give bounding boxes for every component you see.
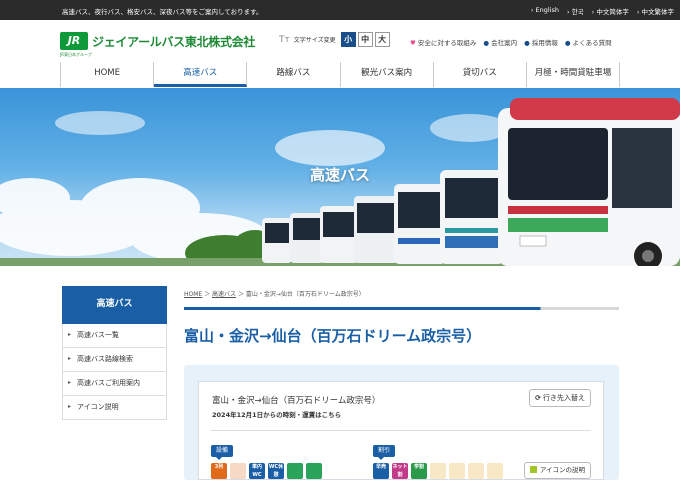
seat-4row-icon — [230, 463, 246, 479]
facilities-tag: 設備 — [211, 445, 234, 460]
page-title: 富山・金沢→仙台（百万石ドリーム政宗号） — [184, 327, 482, 345]
sidebar-item-highway-list[interactable]: 高速バス一覧 — [62, 324, 167, 348]
heart-icon: ♥ — [410, 39, 418, 47]
lang-traditional-chinese-link[interactable]: 中文繁体字 — [637, 6, 675, 16]
utility-links: ♥ 安全に対する取組み ● 会社案内 ● 採用情報 ● よくある質問 — [410, 37, 612, 47]
top-bar: 高速バス、夜行バス、格安バス、深夜バス等をご案内しております。 English … — [0, 0, 680, 20]
company-name: ジェイアールバス東北株式会社 — [92, 34, 256, 49]
hero-title: 高速バス — [309, 166, 370, 184]
net-discount-icon: ネット割 — [392, 463, 408, 479]
nav-parking[interactable]: 月極・時間貸駐車場 — [527, 62, 621, 87]
font-size-large-button[interactable]: 大 — [374, 32, 390, 47]
discount-icon-4 — [430, 463, 446, 479]
sidebar: 高速バス 高速バス一覧 高速バス路線検索 高速バスご利用案内 アイコン説明 — [62, 286, 167, 420]
bullet-icon: ● — [483, 39, 492, 47]
font-size-medium-button[interactable]: 中 — [357, 32, 373, 47]
student-discount-icon: 学割 — [411, 463, 427, 479]
timetable-notice-link[interactable]: 2024年12月1日からの時刻・運賃はこちら — [212, 409, 341, 419]
bullet-icon: ● — [564, 39, 573, 47]
logo-subtext: JR東日本グループ — [60, 52, 92, 57]
swap-icon: ⟳ — [535, 394, 541, 402]
breadcrumb: HOME ＞ 高速バス ＞ 富山・金沢→仙台（百万石ドリーム政宗号） — [184, 289, 365, 298]
hero-banner: 高速バス — [0, 88, 680, 266]
nav-route-bus[interactable]: 路線バス — [247, 62, 341, 87]
discount-icon-6 — [468, 463, 484, 479]
jr-logo-mark: JR — [60, 32, 88, 50]
icon-help-button[interactable]: アイコンの説明 — [523, 462, 591, 479]
lang-english-link[interactable]: English — [531, 6, 559, 16]
text-size-icon: Tт — [279, 34, 290, 45]
bullet-icon: ● — [524, 39, 532, 47]
lang-korean-link[interactable]: 한국 — [567, 6, 584, 16]
sidebar-item-route-search[interactable]: 高速バス路線検索 — [62, 348, 167, 372]
early-discount-icon: 早売 — [373, 463, 389, 479]
card-divider — [211, 430, 591, 431]
sidebar-item-usage-guide[interactable]: 高速バスご利用案内 — [62, 372, 167, 396]
main-nav: HOME 高速バス 路線バス 観光バス案内 貸切バス 月極・時間貸駐車場 — [60, 62, 621, 87]
breadcrumb-separator: ＞ — [237, 291, 246, 298]
lang-simplified-chinese-link[interactable]: 中文简体字 — [592, 6, 629, 16]
facility-icons: 3列 車内WC WC休憩 — [211, 463, 322, 479]
route-card: 富山・金沢→仙台（百万石ドリーム政宗号） 2024年12月1日からの時刻・運賃は… — [198, 381, 604, 480]
company-info-link[interactable]: ● 会社案内 — [483, 37, 517, 47]
breadcrumb-section[interactable]: 高速バス — [212, 291, 236, 298]
route-card-title: 富山・金沢→仙台（百万石ドリーム政宗号） — [212, 396, 381, 406]
font-size-small-button[interactable]: 小 — [340, 32, 356, 47]
language-links: English 한국 中文简体字 中文繁体字 — [531, 6, 674, 16]
faq-link[interactable]: ● よくある質問 — [565, 37, 612, 47]
seat-3row-icon: 3列 — [211, 463, 227, 479]
nav-home[interactable]: HOME — [60, 62, 155, 87]
font-size-switcher: Tт 文字サイズ変更 小 中 大 — [279, 32, 390, 47]
recruit-link[interactable]: ● 採用情報 — [524, 37, 558, 47]
discount-icons: 早売 ネット割 学割 — [373, 463, 503, 479]
icon-legend-icon — [529, 466, 537, 473]
discount-icon-7 — [487, 463, 503, 479]
wc-break-icon: WC休憩 — [268, 463, 284, 479]
nav-highway-bus[interactable]: 高速バス — [154, 62, 248, 87]
nav-charter-bus[interactable]: 貸切バス — [434, 62, 527, 87]
outlet-icon — [306, 463, 322, 479]
restroom-icon: 車内WC — [249, 463, 265, 479]
discounts-tag: 割引 — [373, 445, 396, 460]
breadcrumb-separator: ＞ — [204, 291, 213, 298]
sidebar-heading[interactable]: 高速バス — [62, 286, 167, 324]
font-size-label: 文字サイズ変更 — [293, 37, 336, 44]
breadcrumb-home[interactable]: HOME — [184, 291, 202, 298]
title-divider — [184, 307, 619, 310]
site-tagline: 高速バス、夜行バス、格安バス、深夜バス等をご案内しております。 — [62, 8, 263, 16]
company-logo[interactable]: JR ジェイアールバス東北株式会社 JR東日本グループ — [60, 32, 256, 57]
sidebar-item-icon-guide[interactable]: アイコン説明 — [62, 396, 167, 420]
wifi-icon — [287, 463, 303, 479]
nav-sightseeing-bus[interactable]: 観光バス案内 — [341, 62, 434, 87]
discount-icon-5 — [449, 463, 465, 479]
breadcrumb-current: 富山・金沢→仙台（百万石ドリーム政宗号） — [245, 291, 365, 298]
swap-direction-button[interactable]: ⟳ 行き先入替え — [529, 389, 591, 407]
safety-link[interactable]: ♥ 安全に対する取組み — [410, 37, 476, 47]
